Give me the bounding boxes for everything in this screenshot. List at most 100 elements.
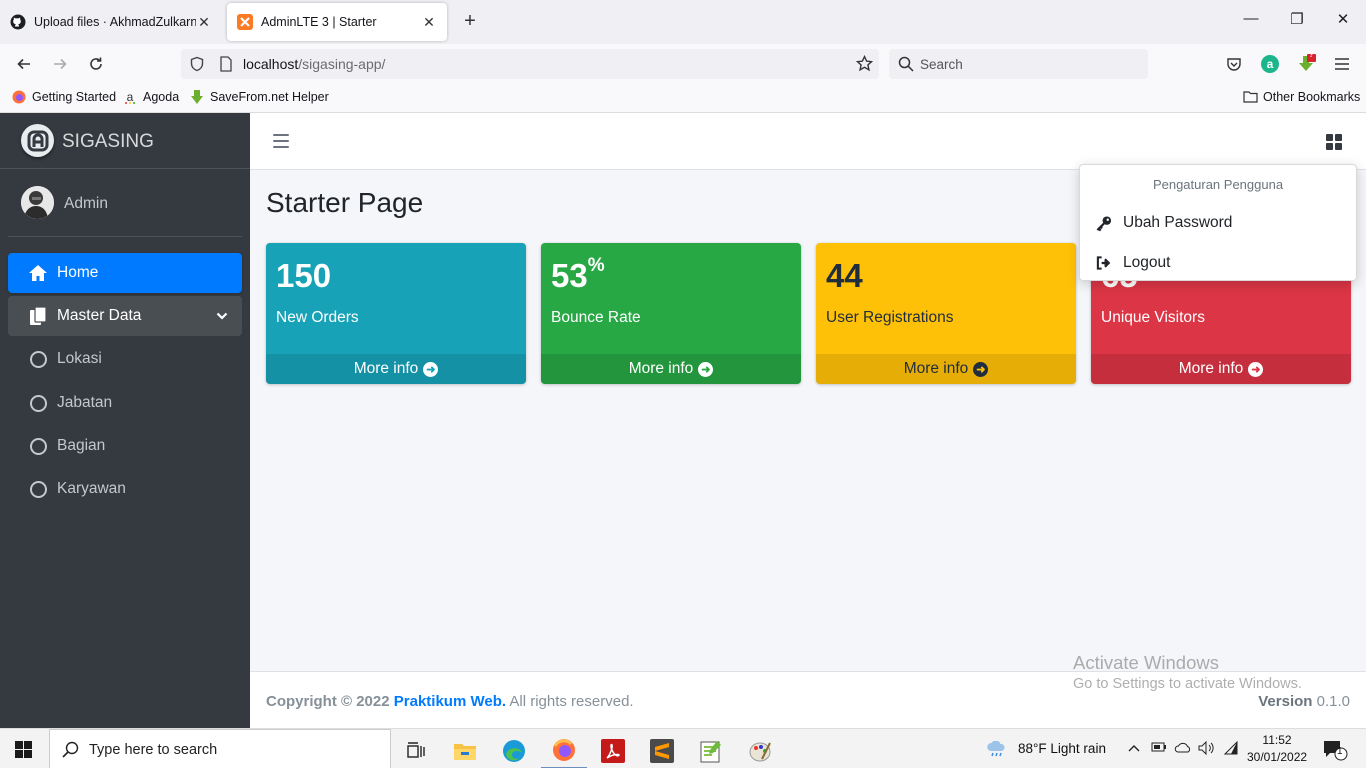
reload-icon[interactable]	[84, 53, 108, 75]
dropdown-header: Pengaturan Pengguna	[1152, 177, 1284, 192]
key-icon	[1096, 215, 1112, 231]
edge-browser-icon[interactable]	[491, 733, 537, 768]
bookmark-label: Agoda	[143, 90, 180, 104]
avatar[interactable]	[21, 186, 54, 219]
menu-item-label: Ubah Password	[1123, 214, 1233, 231]
volume-icon[interactable]	[1198, 740, 1216, 758]
onedrive-cloud-icon[interactable]	[1174, 741, 1192, 756]
close-tab-icon[interactable]: ✕	[196, 14, 212, 31]
url-path: /sigasing-app/	[298, 56, 386, 72]
search-icon	[62, 741, 79, 761]
acrobat-reader-icon[interactable]	[590, 733, 636, 768]
search-placeholder: Search	[920, 57, 963, 72]
windows-start-icon[interactable]	[15, 741, 32, 758]
arrow-circle-right-icon: ➜	[423, 361, 439, 377]
more-info-link[interactable]: More info ➜	[266, 354, 526, 384]
taskbar-search-placeholder: Type here to search	[89, 742, 218, 758]
tab-label: Upload files · AkhmadZulkarnai	[34, 15, 196, 29]
copyright-prefix: Copyright © 2022	[266, 693, 390, 710]
copyright-text: Copyright © 2022 Praktikum Web. All righ…	[266, 693, 634, 710]
page-icon[interactable]	[219, 56, 233, 75]
home-icon	[28, 263, 48, 283]
savefrom-addon-icon[interactable]: ?	[1294, 52, 1318, 75]
user-menu-grid-icon[interactable]	[1326, 134, 1342, 150]
tab-github-upload[interactable]: Upload files · AkhmadZulkarnai ✕	[0, 3, 222, 41]
circle-icon	[28, 393, 48, 413]
tab-adminlte-starter[interactable]: AdminLTE 3 | Starter ✕	[227, 3, 447, 41]
notepad-plus-plus-icon[interactable]	[688, 733, 734, 768]
bookmark-getting-started[interactable]: Getting Started	[12, 90, 116, 104]
brand-text: SIGASING	[62, 131, 154, 152]
main-header	[250, 113, 1366, 170]
firefox-taskbar-icon[interactable]	[541, 733, 587, 768]
weather-rain-icon[interactable]	[986, 740, 1008, 760]
github-icon	[10, 14, 26, 30]
battery-icon[interactable]	[1151, 741, 1167, 756]
menu-hamburger-icon[interactable]	[1330, 53, 1354, 75]
url-text[interactable]: localhost/sigasing-app/	[243, 56, 385, 72]
small-box-bounce-rate: 53% Bounce Rate More info ➜	[541, 243, 801, 384]
version-number: 0.1.0	[1316, 693, 1350, 710]
wifi-icon[interactable]	[1223, 740, 1239, 758]
taskbar-search-box[interactable]: Type here to search	[49, 729, 391, 768]
paint-icon[interactable]	[737, 733, 783, 768]
small-box-new-orders: 150 New Orders More info ➜	[266, 243, 526, 384]
firefox-icon	[12, 90, 26, 104]
close-tab-icon[interactable]: ✕	[421, 14, 437, 31]
change-password-menu-item[interactable]: Ubah Password	[1080, 205, 1356, 241]
sidebar-item-jabatan[interactable]: Jabatan	[8, 383, 242, 423]
chevron-up-icon[interactable]	[1128, 741, 1140, 756]
sidebar-item-master-data[interactable]: Master Data	[8, 296, 242, 336]
box-value: 150	[276, 257, 332, 294]
sidebar-item-bagian[interactable]: Bagian	[8, 426, 242, 466]
notification-center-icon[interactable]: 1	[1322, 739, 1348, 764]
forward-arrow-icon[interactable]	[48, 53, 72, 75]
copyright-suffix: All rights reserved.	[509, 693, 634, 710]
browser-tab-bar: Upload files · AkhmadZulkarnai ✕ AdminLT…	[0, 0, 1366, 44]
url-bar[interactable]: localhost/sigasing-app/	[181, 49, 879, 79]
pushmenu-hamburger-icon[interactable]	[273, 134, 289, 152]
sidebar-item-label: Home	[57, 264, 99, 281]
more-info-link[interactable]: More info ➜	[1091, 354, 1351, 384]
clock-time: 11:52	[1262, 733, 1292, 747]
taskbar-clock[interactable]: 11:52 30/01/2022	[1247, 732, 1307, 766]
download-arrow-icon	[190, 90, 204, 104]
more-info-link[interactable]: More info ➜	[541, 354, 801, 384]
back-arrow-icon[interactable]	[12, 53, 36, 75]
sidebar-item-lokasi[interactable]: Lokasi	[8, 339, 242, 379]
other-bookmarks[interactable]: Other Bookmarks	[1243, 90, 1360, 104]
task-view-icon[interactable]	[393, 733, 439, 768]
shield-icon[interactable]	[189, 56, 205, 75]
brand-link[interactable]: SIGASING	[0, 113, 250, 169]
new-tab-button[interactable]: +	[458, 10, 482, 33]
adminlte-logo-icon	[21, 124, 54, 157]
folder-icon	[1243, 90, 1258, 104]
account-avatar-icon[interactable]: a	[1258, 53, 1282, 75]
weather-text[interactable]: 88°F Light rain	[1018, 741, 1106, 756]
bookmark-label: Other Bookmarks	[1263, 90, 1361, 104]
agoda-icon: a	[123, 90, 137, 104]
window-close-icon[interactable]: ✕	[1331, 10, 1355, 28]
file-explorer-icon[interactable]	[442, 733, 488, 768]
bookmark-savefrom[interactable]: SaveFrom.net Helper	[190, 90, 329, 104]
praktikum-web-link[interactable]: Praktikum Web.	[394, 693, 506, 710]
chevron-down-icon	[216, 308, 228, 326]
pocket-icon[interactable]	[1222, 53, 1246, 75]
sublime-text-icon[interactable]	[639, 733, 685, 768]
restore-icon[interactable]: ❐	[1285, 10, 1309, 28]
bookmark-star-icon[interactable]	[855, 54, 874, 75]
xampp-icon	[237, 14, 253, 30]
sidebar-item-karyawan[interactable]: Karyawan	[8, 469, 242, 509]
sidebar-item-label: Jabatan	[57, 394, 113, 411]
logout-menu-item[interactable]: Logout	[1080, 245, 1356, 281]
more-info-link[interactable]: More info ➜	[816, 354, 1076, 384]
user-settings-dropdown: Pengaturan Pengguna Ubah Password Logout	[1079, 164, 1357, 281]
minimize-icon[interactable]: —	[1239, 10, 1263, 27]
bookmark-agoda[interactable]: a Agoda	[123, 90, 179, 104]
browser-search-bar[interactable]: Search	[889, 49, 1148, 79]
circle-icon	[28, 349, 48, 369]
browser-nav-bar: localhost/sigasing-app/ Search a ?	[0, 44, 1366, 84]
menu-item-label: Logout	[1123, 254, 1171, 271]
sidebar-item-home[interactable]: Home	[8, 253, 242, 293]
user-name[interactable]: Admin	[64, 195, 108, 213]
